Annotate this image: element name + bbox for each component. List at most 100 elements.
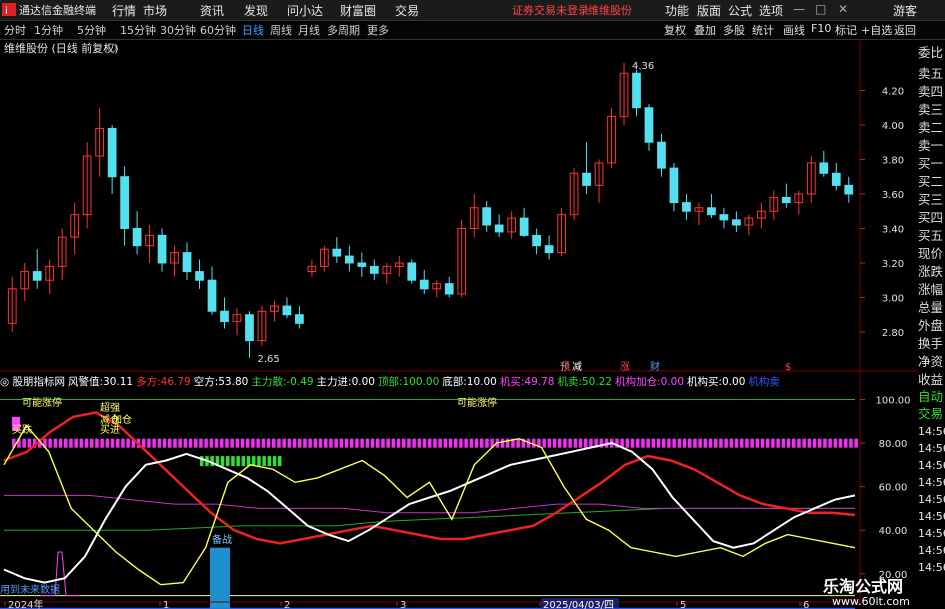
side-label-volume: 总量: [918, 300, 944, 315]
menu-ask[interactable]: 问小达: [287, 2, 323, 19]
tool-mark[interactable]: 标记: [835, 22, 857, 38]
signal-bar: [267, 456, 272, 467]
candle-body: [332, 248, 342, 257]
signal-bar: [625, 438, 630, 448]
tool-stats[interactable]: 统计: [752, 22, 774, 38]
maximize-icon[interactable]: □: [815, 2, 826, 16]
candle-body: [844, 184, 854, 195]
side-label-outer: 外盘: [918, 318, 944, 333]
side-label-buy1: 买一: [918, 156, 944, 171]
signal-bar: [64, 438, 68, 448]
signal-bar: [792, 438, 796, 448]
candle-body: [157, 234, 167, 264]
signal-bar: [838, 438, 843, 448]
period-tick[interactable]: 分时: [4, 22, 26, 38]
low-label: 2.65: [257, 354, 279, 365]
signal-bar: [110, 438, 115, 448]
signal-bar: [776, 438, 780, 448]
signal-bar: [116, 438, 120, 448]
indicator-text-label: 可能涨停: [457, 396, 497, 409]
side-label-change-pct: 涨幅: [918, 282, 944, 297]
period-1min[interactable]: 1分钟: [34, 22, 63, 38]
signal-bar: [329, 438, 333, 448]
signal-bar: [27, 438, 32, 448]
signal-bar: [236, 456, 240, 467]
close-icon[interactable]: ✕: [838, 2, 848, 16]
prepare-bar: [210, 547, 230, 609]
candle-body: [120, 176, 129, 229]
side-label-price: 现价: [918, 246, 944, 261]
indicator-field: 风警值:30.11: [68, 376, 134, 388]
period-5min[interactable]: 5分钟: [77, 22, 106, 38]
signal-bar: [422, 438, 427, 448]
indicator-name[interactable]: ◎ 股朋指标网: [0, 376, 65, 388]
signal-bar: [147, 438, 151, 448]
menu-trade[interactable]: 交易: [395, 2, 419, 19]
menu-news[interactable]: 资讯: [200, 2, 224, 19]
signal-bar: [443, 438, 448, 448]
side-label-trade[interactable]: 交易: [918, 405, 945, 422]
candle-body: [644, 107, 654, 143]
signal-bar: [724, 438, 728, 448]
app-title: 通达信金融终端: [19, 4, 96, 17]
menu-quote[interactable]: 行情: [112, 2, 136, 19]
signal-bar: [438, 438, 442, 448]
signal-bar: [734, 438, 739, 448]
login-notice[interactable]: 证券交易未登录: [512, 2, 589, 18]
menu-options[interactable]: 选项: [759, 2, 783, 19]
menu-market[interactable]: 市场: [143, 2, 167, 19]
menu-wealth[interactable]: 财富圈: [340, 2, 376, 19]
indicator-line-green: [4, 507, 855, 531]
y-tick-label: 100.00: [876, 395, 911, 406]
signal-bar: [786, 438, 791, 448]
menu-layout[interactable]: 版面: [697, 2, 721, 19]
signal-bar: [226, 456, 230, 467]
indicator-field: 机构买:0.00: [687, 376, 746, 388]
time-stamp: 14:56: [918, 527, 945, 540]
signal-bar: [282, 438, 286, 448]
indicator-text-label: 备战: [212, 533, 232, 546]
candle-body: [544, 245, 554, 254]
signal-bar: [568, 438, 572, 448]
tool-f10[interactable]: F10: [811, 22, 831, 35]
menu-discover[interactable]: 发现: [244, 2, 268, 19]
signal-bar: [402, 438, 406, 448]
signal-bar: [485, 438, 489, 448]
signal-bar: [630, 438, 635, 448]
x-tick-label: 6: [803, 600, 809, 609]
period-30min[interactable]: 30分钟: [160, 22, 196, 38]
tool-back[interactable]: 返回: [894, 22, 916, 38]
tool-overlay[interactable]: 叠加: [694, 22, 716, 38]
time-stamp: 14:56: [918, 561, 945, 574]
indicator-field: 机卖:50.22: [557, 376, 613, 388]
menu-function[interactable]: 功能: [665, 2, 689, 19]
period-15min[interactable]: 15分钟: [120, 22, 156, 38]
tool-add-watch[interactable]: +自选: [861, 22, 892, 38]
period-more[interactable]: 更多: [367, 22, 389, 38]
minimize-icon[interactable]: —: [793, 2, 805, 16]
y-tick-label: 60.00: [879, 483, 908, 494]
menu-formula[interactable]: 公式: [728, 2, 752, 19]
chart-area[interactable]: 维维股份 (日线 前复权) 2.80 3.00 3.20 3.40 3.60 3.80 4.0…: [0, 40, 945, 609]
signal-bar: [802, 438, 806, 448]
side-label-auto[interactable]: 自动: [918, 388, 945, 405]
signal-bar: [339, 438, 344, 448]
signal-bar: [157, 438, 162, 448]
period-monthly[interactable]: 月线: [298, 22, 320, 38]
period-daily[interactable]: 日线: [242, 22, 264, 38]
side-label-buy4: 买四: [918, 210, 944, 225]
indicator-field: 主力进:0.00: [316, 376, 375, 388]
signal-bar: [386, 438, 390, 448]
indicator-text-label: 可能涨停: [22, 396, 62, 409]
signal-bar: [433, 438, 437, 448]
guest-label[interactable]: 游客: [893, 2, 917, 19]
signal-bar: [656, 438, 661, 448]
signal-bar: [231, 456, 235, 467]
tool-draw[interactable]: 画线: [783, 22, 805, 38]
period-60min[interactable]: 60分钟: [200, 22, 236, 38]
tool-multi-stock[interactable]: 多股: [723, 22, 745, 38]
tool-restore[interactable]: 复权: [664, 22, 686, 38]
signal-bar: [126, 438, 130, 448]
period-weekly[interactable]: 周线: [270, 22, 292, 38]
period-multi[interactable]: 多周期: [327, 22, 360, 38]
